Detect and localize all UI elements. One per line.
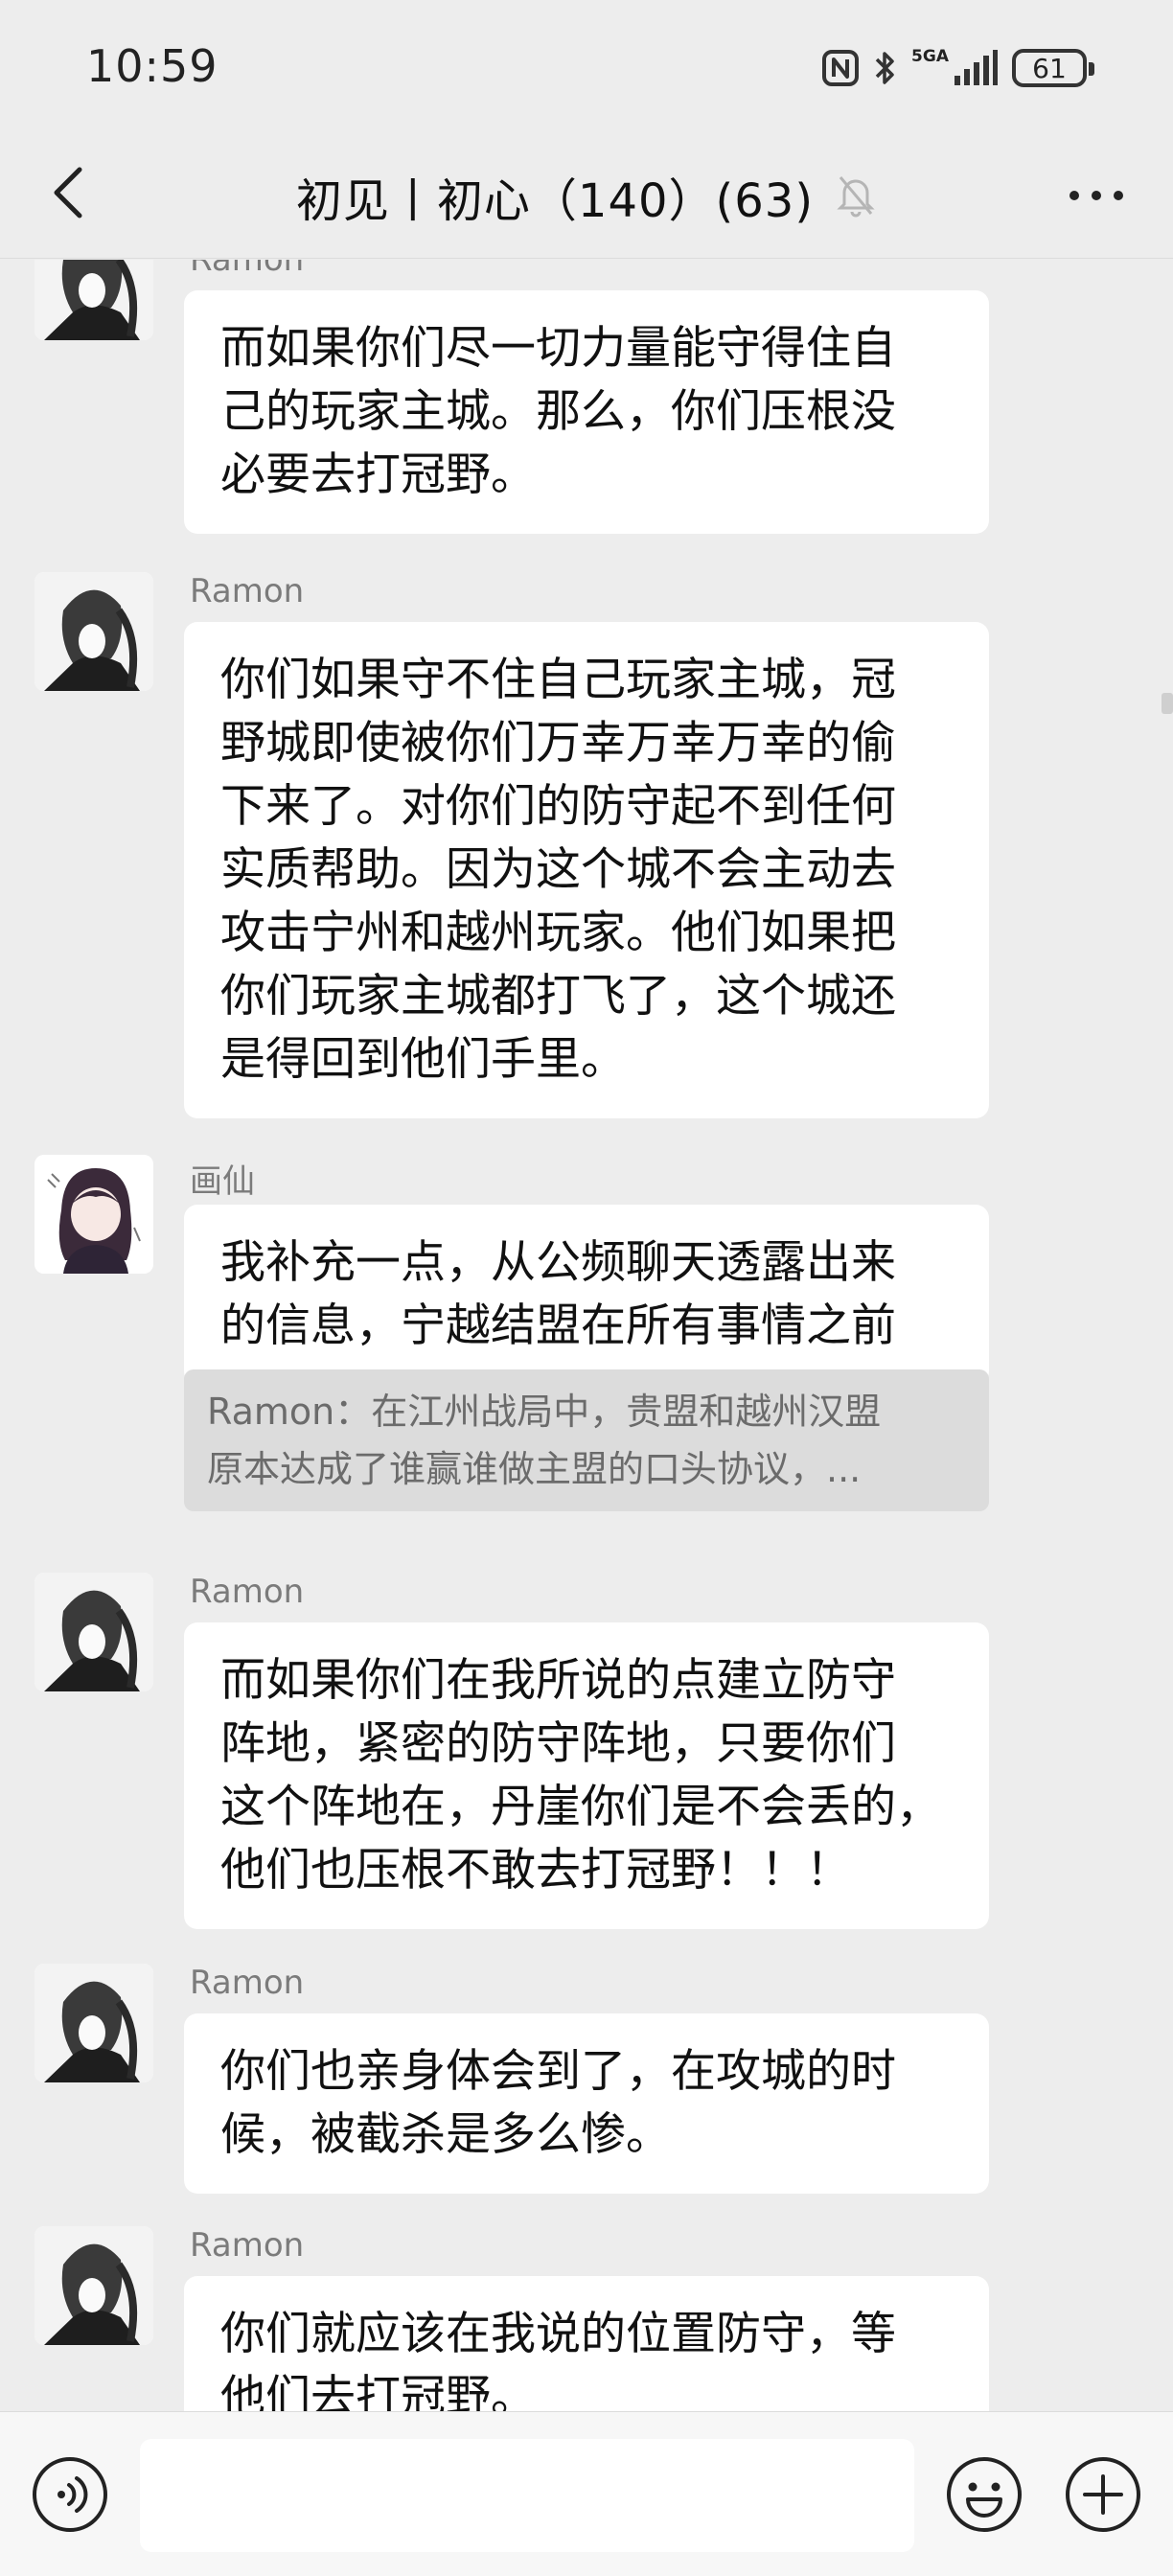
message-line: 我补充一点，从公频聊天透露出来 bbox=[220, 1236, 896, 1289]
message-line: 你们玩家主城都打飞了，这个城还 bbox=[220, 970, 896, 1023]
message-bubble[interactable]: 你们如果守不住自己玩家主城，冠 野城即使被你们万幸万幸万幸的偷 下来了。对你们的… bbox=[184, 622, 989, 1118]
message-line: 攻击宁州和越州玩家。他们如果把 bbox=[220, 907, 896, 959]
avatar[interactable] bbox=[34, 260, 153, 340]
message-line: 你们如果守不住自己玩家主城，冠 bbox=[220, 654, 896, 706]
message-line: 阵地，紧密的防守阵地，只要你们 bbox=[220, 1717, 896, 1770]
message-input[interactable] bbox=[140, 2439, 914, 2552]
message-line: 的信息，宁越结盟在所有事情之前 bbox=[220, 1300, 896, 1352]
message-line: 你们就应该在我说的位置防守，等 bbox=[220, 2308, 896, 2360]
message-bubble[interactable]: 你们也亲身体会到了，在攻城的时 候，被截杀是多么惨。 bbox=[184, 2013, 989, 2194]
sender-name: Ramon bbox=[190, 572, 305, 610]
message-line: 下来了。对你们的防守起不到任何 bbox=[220, 780, 896, 833]
message-line: 这个阵地在，丹崖你们是不会丢的， bbox=[220, 1781, 941, 1833]
sender-name: Ramon bbox=[190, 260, 305, 279]
sender-name: Ramon bbox=[190, 1964, 305, 2002]
avatar[interactable] bbox=[34, 1155, 153, 1274]
quote-line: Ramon：在江州战局中，贵盟和越州汉盟 bbox=[207, 1391, 882, 1433]
ponytail-avatar bbox=[34, 1964, 153, 2082]
message-line: 必要去打冠野。 bbox=[220, 448, 536, 501]
message-line: 而如果你们在我所说的点建立防守 bbox=[220, 1654, 896, 1707]
message-line: 他们也压根不敢去打冠野！！！ bbox=[220, 1844, 851, 1897]
message-line: 他们去打冠野。 bbox=[220, 2371, 536, 2411]
emoji-button[interactable] bbox=[945, 2455, 1024, 2534]
ponytail-avatar bbox=[34, 572, 153, 691]
avatar[interactable] bbox=[34, 2226, 153, 2345]
network-type-label: 5GA bbox=[911, 47, 949, 66]
mute-bell-icon bbox=[835, 172, 877, 221]
voice-icon bbox=[33, 2457, 107, 2532]
title-group: 初见丨初心（140）(63) bbox=[0, 163, 1173, 230]
signal-icon: 5GA bbox=[911, 49, 999, 87]
chat-header: 初见丨初心（140）(63) bbox=[0, 134, 1173, 259]
message-bubble[interactable]: 而如果你们在我所说的点建立防守 阵地，紧密的防守阵地，只要你们 这个阵地在，丹崖… bbox=[184, 1622, 989, 1929]
battery-level: 61 bbox=[1032, 52, 1067, 84]
ponytail-avatar bbox=[34, 260, 153, 340]
message-bubble[interactable]: 我补充一点，从公频聊天透露出来 的信息，宁越结盟在所有事情之前 bbox=[184, 1205, 989, 1385]
emoji-icon bbox=[947, 2457, 1022, 2532]
ponytail-avatar bbox=[34, 2226, 153, 2345]
message-line: 己的玩家主城。那么，你们压根没 bbox=[220, 385, 896, 438]
message-line: 实质帮助。因为这个城不会主动去 bbox=[220, 843, 896, 896]
message-line: 野城即使被你们万幸万幸万幸的偷 bbox=[220, 717, 896, 770]
more-button[interactable] bbox=[1058, 172, 1135, 220]
anime-girl-avatar bbox=[34, 1155, 153, 1274]
scrollbar[interactable] bbox=[1162, 693, 1173, 714]
ponytail-avatar bbox=[34, 1573, 153, 1691]
status-time: 10:59 bbox=[86, 40, 218, 92]
sender-name: Ramon bbox=[190, 1573, 305, 1611]
nfc-icon bbox=[821, 49, 860, 87]
battery-icon: 61 bbox=[1012, 49, 1094, 87]
voice-button[interactable] bbox=[31, 2455, 109, 2534]
message-line: 而如果你们尽一切力量能守得住自 bbox=[220, 322, 896, 375]
message-bubble[interactable]: 而如果你们尽一切力量能守得住自 己的玩家主城。那么，你们压根没 必要去打冠野。 bbox=[184, 290, 989, 534]
message-line: 是得回到他们手里。 bbox=[220, 1033, 626, 1086]
input-bar bbox=[0, 2411, 1173, 2576]
quote-line: 原本达成了谁赢谁做主盟的口头协议，... bbox=[207, 1448, 862, 1490]
message-bubble[interactable]: 你们就应该在我说的位置防守，等 他们去打冠野。 bbox=[184, 2276, 989, 2411]
avatar[interactable] bbox=[34, 1573, 153, 1691]
quoted-message[interactable]: Ramon：在江州战局中，贵盟和越州汉盟 原本达成了谁赢谁做主盟的口头协议，..… bbox=[184, 1369, 989, 1511]
bluetooth-icon bbox=[873, 49, 898, 87]
more-functions-button[interactable] bbox=[1064, 2455, 1142, 2534]
plus-icon bbox=[1066, 2457, 1140, 2532]
sender-name: 画仙 bbox=[190, 1162, 255, 1201]
status-icons: 5GA 61 bbox=[821, 44, 1094, 92]
message-line: 候，被截杀是多么惨。 bbox=[220, 2108, 671, 2161]
message-line: 你们也亲身体会到了，在攻城的时 bbox=[220, 2045, 896, 2098]
chat-title: 初见丨初心（140）(63) bbox=[295, 174, 815, 228]
status-bar: 10:59 5GA 61 bbox=[0, 0, 1173, 134]
sender-name: Ramon bbox=[190, 2226, 305, 2265]
avatar[interactable] bbox=[34, 1964, 153, 2082]
message-list[interactable]: Ramon 而如果你们尽一切力量能守得住自 己的玩家主城。那么，你们压根没 必要… bbox=[0, 260, 1173, 2411]
avatar[interactable] bbox=[34, 572, 153, 691]
more-icon bbox=[1068, 188, 1125, 206]
